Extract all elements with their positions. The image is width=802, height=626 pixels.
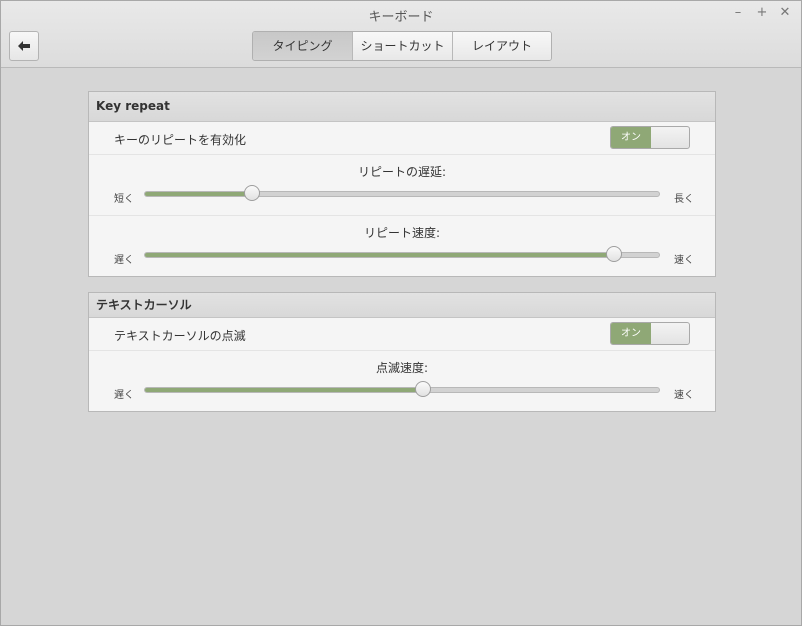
repeat-delay-title: リピートの遅延: [357,165,447,179]
key-repeat-enable-label: キーのリピートを有効化 [114,133,247,147]
toggle-on-label: オン [611,127,651,148]
cursor-blink-label: テキストカーソルの点滅 [114,329,246,343]
blink-speed-min-label: 遅く [114,390,134,401]
repeat-speed-max-label: 速く [674,255,694,266]
cursor-blink-toggle[interactable]: オン [610,322,690,345]
cursor-blink-row: テキストカーソルの点滅 オン [89,318,715,351]
repeat-delay-slider[interactable] [144,191,660,197]
tab-typing[interactable]: タイピング [253,32,352,60]
back-button[interactable] [9,31,39,61]
repeat-delay-slider-knob[interactable] [244,185,261,201]
repeat-speed-title: リピート速度: [363,226,441,240]
key-repeat-section: Key repeat キーのリピートを有効化 オン リピートの遅延: 短く 長く… [88,91,716,277]
tab-layouts[interactable]: レイアウト [452,32,551,60]
window-title: キーボード [368,10,434,25]
maximize-button[interactable]: + [754,5,770,20]
key-repeat-toggle[interactable]: オン [610,126,690,149]
text-cursor-section: テキストカーソル テキストカーソルの点滅 オン 点滅速度: 遅く 速く [88,292,716,412]
repeat-delay-row: リピートの遅延: 短く 長く [89,155,715,216]
blink-speed-slider-knob[interactable] [414,381,431,397]
close-button[interactable]: ✕ [777,5,793,20]
blink-speed-title: 点滅速度: [375,361,429,375]
slider-fill [145,253,613,257]
repeat-speed-slider-knob[interactable] [605,246,622,262]
blink-speed-slider[interactable] [144,387,660,393]
left-arrow-icon [18,41,30,51]
toggle-on-label: オン [611,323,651,344]
repeat-speed-min-label: 遅く [114,255,134,266]
blink-speed-row: 点滅速度: 遅く 速く [89,351,715,411]
keyboard-settings-window: キーボード – + ✕ タイピング ショートカット レイアウト Key repe… [0,0,802,626]
titlebar: キーボード – + ✕ タイピング ショートカット レイアウト [1,1,801,68]
repeat-delay-max-label: 長く [674,194,694,205]
slider-fill [145,192,253,196]
repeat-speed-slider[interactable] [144,252,660,258]
blink-speed-max-label: 速く [674,390,694,401]
text-cursor-header: テキストカーソル [89,293,715,318]
tab-bar: タイピング ショートカット レイアウト [252,31,552,61]
tab-shortcuts[interactable]: ショートカット [352,32,452,60]
key-repeat-header: Key repeat [89,92,715,122]
repeat-speed-row: リピート速度: 遅く 速く [89,216,715,276]
repeat-delay-min-label: 短く [114,194,134,205]
key-repeat-enable-row: キーのリピートを有効化 オン [89,122,715,155]
minimize-button[interactable]: – [730,5,746,20]
slider-fill [145,388,423,392]
